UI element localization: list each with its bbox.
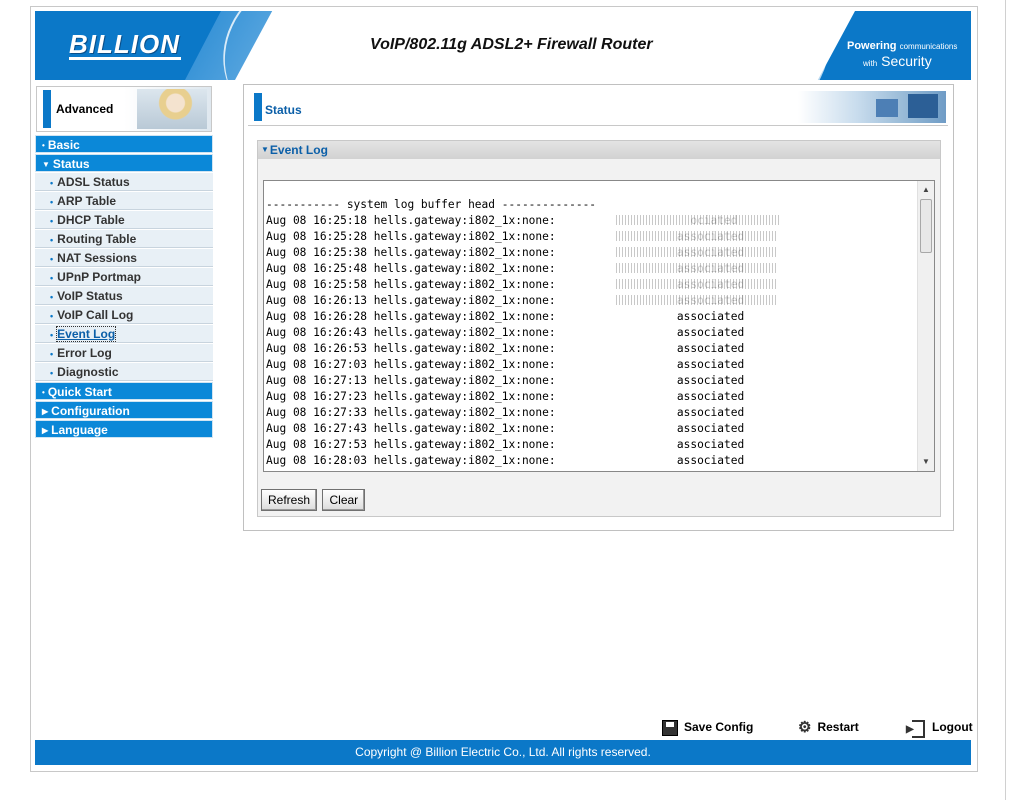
event-log-textarea[interactable]: ----------- system log buffer head -----… [263,180,935,472]
chevron-right-icon: • [42,388,45,397]
button-row: Refresh Clear [261,489,366,511]
tagline: Powering communications with Security [847,40,958,69]
refresh-button[interactable]: Refresh [261,489,318,511]
log-line: Aug 08 16:27:03 hells.gateway:i802_1x:no… [266,358,745,371]
page-title: Status [265,103,302,117]
log-line: Aug 08 16:28:03 hells.gateway:i802_1x:no… [266,454,745,467]
office-banner-image [798,91,946,123]
menu-status[interactable]: ▼ Status [35,154,213,172]
save-config-link[interactable]: Save Config [662,718,753,736]
bullet-icon: • [50,311,54,321]
redacted-mac [616,263,776,273]
redacted-mac [616,279,776,289]
menu-configuration[interactable]: ▶ Configuration [35,401,213,419]
status-header: Status [248,89,948,126]
sidebar-item-voip-status[interactable]: • VoIP Status [35,287,213,305]
advanced-panel: Advanced [36,86,212,132]
scroll-thumb[interactable] [920,199,932,253]
sidebar-item-dhcp-table[interactable]: • DHCP Table [35,211,213,229]
restart-link[interactable]: ⚙ Restart [798,718,859,736]
redacted-mac [616,295,776,305]
menu-quick-start[interactable]: • Quick Start [35,382,213,400]
menu-language[interactable]: ▶ Language [35,420,213,438]
redacted-mac [616,231,776,241]
window-edge [1005,0,1006,800]
bullet-icon: • [50,368,54,378]
bullet-icon: • [50,349,54,359]
log-line: Aug 08 16:26:43 hells.gateway:i802_1x:no… [266,326,745,339]
footer-copyright: Copyright @ Billion Electric Co., Ltd. A… [35,740,971,765]
log-line: Aug 08 16:27:53 hells.gateway:i802_1x:no… [266,438,745,451]
logout-link[interactable]: Logout [906,718,973,739]
bullet-icon: • [50,254,54,264]
redacted-mac [616,215,781,225]
chevron-down-icon: ▼ [42,160,50,169]
chevron-right-icon: ▶ [42,407,49,416]
bullet-icon: • [50,330,54,340]
event-log-section: ▼Event Log ----------- system log buffer… [257,140,941,517]
scroll-up-icon[interactable]: ▲ [918,183,934,197]
section-header: ▼Event Log [258,141,940,159]
sidebar-item-voip-call-log[interactable]: • VoIP Call Log [35,306,213,324]
bullet-icon: • [50,235,54,245]
sidebar-item-adsl-status[interactable]: • ADSL Status [35,173,213,191]
log-line: Aug 08 16:27:33 hells.gateway:i802_1x:no… [266,406,745,419]
sidebar-nav: • Basic ▼ Status • ADSL Status • ARP Table •… [35,135,213,439]
log-line: Aug 08 16:26:53 hells.gateway:i802_1x:no… [266,342,745,355]
product-title: VoIP/802.11g ADSL2+ Firewall Router [370,36,653,53]
sidebar-item-diagnostic[interactable]: • Diagnostic [35,363,213,381]
bullet-icon: • [50,197,54,207]
log-scrollbar[interactable]: ▲ ▼ [917,181,934,471]
log-line: Aug 08 16:27:13 hells.gateway:i802_1x:no… [266,374,745,387]
sidebar-item-routing-table[interactable]: • Routing Table [35,230,213,248]
main-content: Status ▼Event Log ----------- system log… [243,84,954,531]
clear-button[interactable]: Clear [322,489,366,511]
restart-icon: ⚙ [798,718,812,736]
log-line: Aug 08 16:27:23 hells.gateway:i802_1x:no… [266,390,745,403]
header-banner: BILLION VoIP/802.11g ADSL2+ Firewall Rou… [35,11,971,80]
sidebar-item-error-log[interactable]: • Error Log [35,344,213,362]
chevron-right-icon: ▶ [42,426,49,435]
sidebar-item-arp-table[interactable]: • ARP Table [35,192,213,210]
advanced-photo [137,89,207,129]
chevron-down-icon: ▼ [261,145,269,154]
bullet-icon: • [50,292,54,302]
save-icon [662,719,678,736]
bullet-icon: • [50,273,54,283]
log-line: Aug 08 16:27:43 hells.gateway:i802_1x:no… [266,422,745,435]
bullet-icon: • [50,216,54,226]
log-line: Aug 08 16:26:28 hells.gateway:i802_1x:no… [266,310,745,323]
logout-icon [906,719,926,739]
billion-logo: BILLION [69,29,180,59]
sidebar-item-upnp-portmap[interactable]: • UPnP Portmap [35,268,213,286]
bullet-icon: • [50,178,54,188]
sidebar-item-nat-sessions[interactable]: • NAT Sessions [35,249,213,267]
sidebar-item-event-log[interactable]: • Event Log [35,325,213,343]
chevron-right-icon: • [42,141,45,150]
redacted-mac [616,247,776,257]
scroll-down-icon[interactable]: ▼ [918,455,934,469]
menu-basic[interactable]: • Basic [35,135,213,153]
advanced-label: Advanced [56,102,114,116]
